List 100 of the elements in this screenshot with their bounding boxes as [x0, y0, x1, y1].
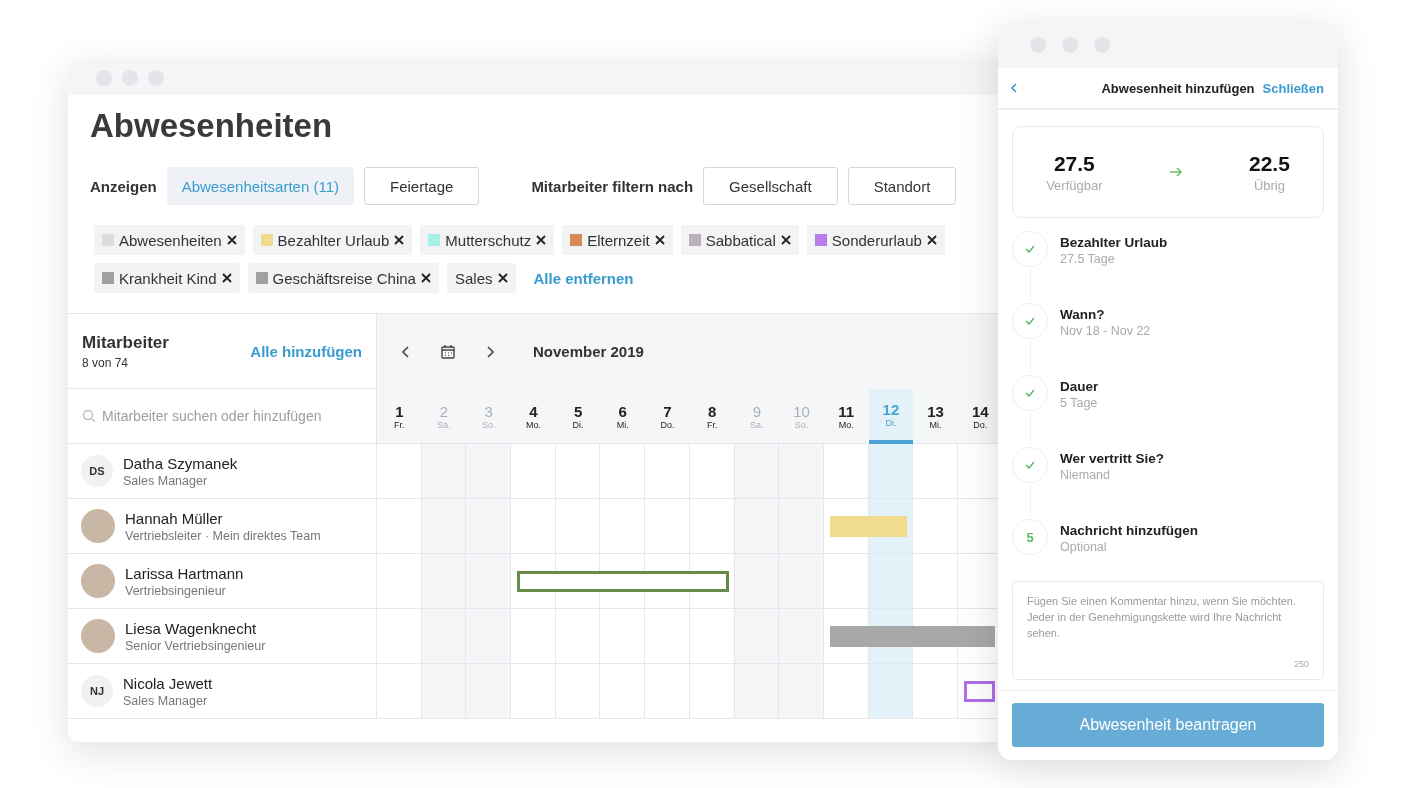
remove-icon[interactable]	[497, 273, 508, 283]
step-title: Wer vertritt Sie?	[1060, 451, 1165, 466]
available-value: 27.5	[1053, 151, 1095, 176]
chip-label: Bezahlter Urlaub	[277, 231, 390, 249]
step-detail: Nov 18 - Nov 22	[1060, 324, 1151, 338]
search-icon	[82, 409, 96, 423]
comment-field[interactable]: Fügen Sie einen Kommentar hinzu, wenn Sie möchten. Jeder in der Genehmigungskette wird Ihre Nachricht sehen. 250	[1012, 581, 1324, 680]
weekday-label: Sa.	[750, 419, 764, 430]
filter-label: Mitarbeiter filtern nach	[531, 177, 694, 195]
chip-label: Sabbatical	[705, 231, 776, 249]
day-number: 2	[439, 402, 449, 420]
check-icon	[1025, 317, 1035, 325]
remove-icon[interactable]	[226, 235, 237, 245]
remove-icon[interactable]	[420, 273, 431, 283]
filter-toggle[interactable]: Feiertage	[364, 167, 480, 205]
close-button[interactable]: Schließen	[1262, 80, 1324, 96]
employees-count: 8 von 74	[82, 355, 130, 370]
employee-name: Liesa Wagenknecht	[125, 619, 258, 637]
employee-role: Sales Manager	[123, 473, 209, 488]
day-number: 9	[752, 402, 761, 420]
step-title: Nachricht hinzufügen	[1060, 523, 1198, 538]
weekday-label: Di.	[572, 419, 584, 430]
day-number: 13	[927, 402, 944, 420]
remove-icon[interactable]	[654, 235, 665, 245]
chip-label: Krankheit Kind	[119, 269, 217, 287]
month-label: November 2019	[533, 343, 644, 360]
remove-all-link[interactable]: Alle entfernen	[533, 269, 634, 287]
remove-icon[interactable]	[394, 235, 405, 245]
filter-toggle[interactable]: Abwesenheitsarten (11)	[166, 167, 354, 205]
avatar-placeholder	[81, 564, 115, 598]
day-number: 10	[793, 402, 810, 420]
chip-label: Elternzeit	[587, 231, 650, 249]
employee-role: Vertriebsingenieur	[125, 583, 227, 598]
day-number: 14	[971, 402, 989, 420]
remove-icon[interactable]	[780, 235, 791, 245]
day-number: 4	[529, 402, 538, 420]
submit-button[interactable]: Abwesenheit beantragen	[1012, 703, 1324, 747]
step-title: Wann?	[1060, 307, 1106, 322]
step-detail: 27.5 Tage	[1060, 252, 1116, 266]
step-number: 5	[1012, 519, 1048, 555]
char-count: 250	[1293, 659, 1309, 669]
available-label: Verfügbar	[1046, 177, 1103, 193]
avatar-placeholder	[81, 619, 115, 653]
absence-bar[interactable]	[964, 681, 995, 702]
day-number: 8	[708, 402, 717, 420]
employee-name: Datha Szymanek	[123, 454, 238, 472]
step-title: Bezahlter Urlaub	[1060, 235, 1168, 250]
day-number: 11	[838, 402, 855, 420]
check-icon	[1025, 461, 1035, 469]
weekday-label: Mo.	[525, 419, 541, 430]
avatar-placeholder	[81, 509, 115, 543]
weekday-label: So.	[794, 419, 809, 430]
day-number: 12	[882, 401, 900, 418]
avatar-initials: NJ	[81, 675, 113, 707]
show-label: Anzeigen	[90, 177, 157, 195]
chip-label: Geschäftsreise China	[272, 269, 416, 287]
day-number: 6	[618, 402, 627, 420]
panel-title: Abwesenheit hinzufügen	[1101, 80, 1255, 96]
employee-name: Hannah Müller	[125, 509, 224, 527]
day-number: 5	[573, 402, 583, 420]
employee-role: Senior Vertriebsingenieur	[125, 638, 266, 653]
weekday-label: Mo.	[838, 419, 854, 430]
chip-label: Mutterschutz	[445, 231, 532, 249]
step-detail: 5 Tage	[1060, 396, 1099, 410]
absence-bar[interactable]	[517, 571, 729, 592]
employees-title: Mitarbeiter	[82, 332, 169, 353]
remove-icon[interactable]	[221, 273, 232, 283]
chip-label: Sonderurlaub	[831, 231, 922, 249]
day-number: 7	[663, 402, 672, 420]
arrow-icon	[1168, 167, 1183, 177]
weekday-label: Mi.	[616, 419, 629, 430]
check-icon	[1025, 389, 1035, 397]
weekday-label: So.	[481, 419, 496, 430]
chip-label: Abwesenheiten	[119, 231, 222, 249]
employee-name: Nicola Jewett	[123, 674, 213, 692]
weekday-label: Do.	[973, 419, 988, 430]
weekday-label: Do.	[660, 419, 675, 430]
remaining-label: Übrig	[1253, 177, 1285, 193]
weekday-label: Sa.	[437, 419, 451, 430]
weekday-label: Fr.	[706, 419, 718, 430]
weekday-label: Mi.	[929, 419, 942, 430]
remaining-value: 22.5	[1249, 151, 1290, 176]
day-number: 3	[484, 402, 493, 420]
filter-toggle[interactable]: Standort	[847, 167, 957, 205]
remove-icon[interactable]	[536, 235, 547, 245]
avatar-initials: DS	[81, 455, 113, 487]
remove-icon[interactable]	[926, 235, 937, 245]
weekday-label: Di.	[885, 418, 897, 428]
add-all-link[interactable]: Alle hinzufügen	[250, 342, 362, 360]
step-detail: Niemand	[1060, 468, 1112, 482]
employee-role: Sales Manager	[123, 693, 209, 708]
chip-label: Sales	[454, 269, 493, 287]
weekday-label: Fr.	[394, 419, 405, 430]
day-number: 1	[395, 402, 404, 420]
check-icon	[1025, 245, 1035, 253]
employee-role: Vertriebsleiter · Mein direktes Team	[125, 528, 321, 543]
filter-toggle[interactable]: Gesellschaft	[703, 167, 838, 205]
page-title: Abwesenheiten	[90, 107, 334, 145]
step-title: Dauer	[1060, 379, 1099, 394]
employee-name: Larissa Hartmann	[125, 564, 244, 582]
